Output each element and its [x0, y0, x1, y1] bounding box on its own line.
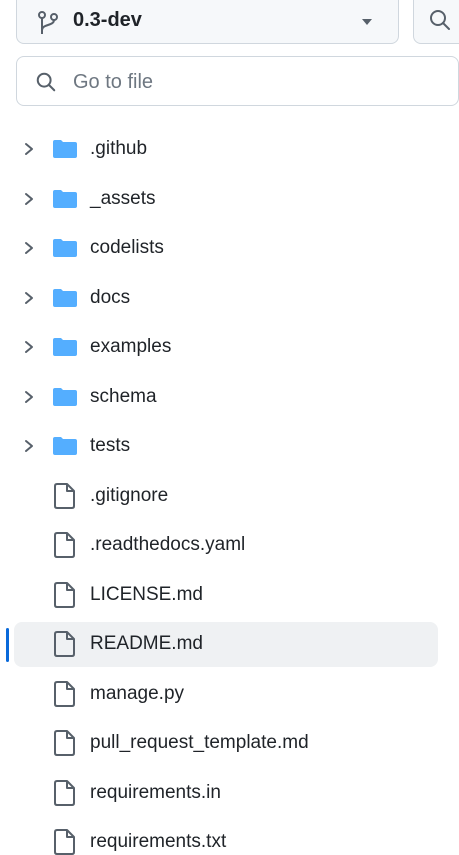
git-branch-icon	[38, 11, 58, 34]
file-tree: .github _assets codelists docs examples …	[0, 125, 459, 855]
tree-item-label: _assets	[90, 187, 156, 209]
triangle-down-icon	[362, 19, 372, 25]
file-icon	[54, 631, 75, 657]
search-button[interactable]	[413, 0, 459, 44]
tree-item-label: examples	[90, 336, 172, 357]
file-icon	[54, 482, 75, 509]
folder-icon	[53, 437, 77, 455]
chevron-right-icon[interactable]	[22, 338, 36, 356]
tree-item-label: .github	[90, 138, 148, 159]
file-icon	[54, 779, 75, 806]
tree-item-folder[interactable]: codelists	[0, 224, 459, 274]
branch-name: 0.3-dev	[73, 9, 142, 31]
tree-item-label: requirements.in	[90, 781, 221, 803]
go-to-file-input[interactable]	[71, 65, 435, 99]
file-icon	[54, 829, 75, 855]
chevron-right-icon[interactable]	[22, 140, 36, 158]
folder-icon	[53, 189, 77, 208]
tree-item-label: manage.py	[90, 682, 185, 704]
tree-item-label: pull_request_template.md	[90, 732, 309, 753]
tree-item-file[interactable]: pull_request_template.md	[0, 719, 459, 769]
tree-item-file[interactable]: LICENSE.md	[0, 571, 459, 621]
branch-selector[interactable]: 0.3-dev	[16, 0, 399, 44]
tree-item-file[interactable]: manage.py	[0, 670, 459, 720]
tree-item-label: README.md	[90, 633, 203, 654]
chevron-right-icon[interactable]	[22, 190, 36, 208]
tree-item-file[interactable]: .readthedocs.yaml	[0, 521, 459, 571]
tree-item-label: codelists	[90, 237, 164, 258]
folder-icon	[53, 239, 77, 257]
file-icon	[54, 730, 75, 756]
tree-item-label: docs	[90, 286, 131, 308]
tree-item-label: schema	[90, 385, 157, 407]
tree-item-folder[interactable]: _assets	[0, 175, 459, 225]
search-icon	[36, 72, 56, 92]
active-indicator	[6, 628, 9, 662]
search-icon	[430, 10, 450, 30]
file-icon	[54, 581, 75, 608]
chevron-right-icon[interactable]	[22, 289, 36, 307]
go-to-file-field[interactable]	[16, 56, 459, 106]
folder-icon	[53, 140, 77, 158]
folder-icon	[53, 338, 77, 356]
file-tree-panel: 0.3-dev .github _assets	[0, 0, 459, 855]
tree-item-label: LICENSE.md	[90, 583, 203, 605]
tree-item-file-selected[interactable]: README.md	[0, 620, 459, 670]
tree-item-file[interactable]: requirements.txt	[0, 818, 459, 855]
tree-item-folder[interactable]: docs	[0, 274, 459, 324]
file-icon	[54, 532, 75, 558]
tree-item-folder[interactable]: tests	[0, 422, 459, 472]
selected-row-highlight	[14, 622, 438, 667]
tree-item-file[interactable]: requirements.in	[0, 769, 459, 819]
folder-icon	[53, 387, 77, 406]
tree-item-label: .gitignore	[90, 484, 169, 506]
file-icon	[54, 680, 75, 707]
tree-item-label: .readthedocs.yaml	[90, 534, 246, 555]
tree-item-file[interactable]: .gitignore	[0, 472, 459, 522]
chevron-right-icon[interactable]	[22, 437, 36, 455]
tree-item-folder[interactable]: schema	[0, 373, 459, 423]
tree-item-folder[interactable]: .github	[0, 125, 459, 175]
tree-item-folder[interactable]: examples	[0, 323, 459, 373]
branch-toolbar: 0.3-dev	[16, 0, 459, 46]
folder-icon	[53, 288, 77, 307]
chevron-right-icon[interactable]	[22, 239, 36, 257]
tree-item-label: tests	[90, 435, 131, 456]
tree-item-label: requirements.txt	[90, 831, 227, 852]
chevron-right-icon[interactable]	[22, 388, 36, 406]
